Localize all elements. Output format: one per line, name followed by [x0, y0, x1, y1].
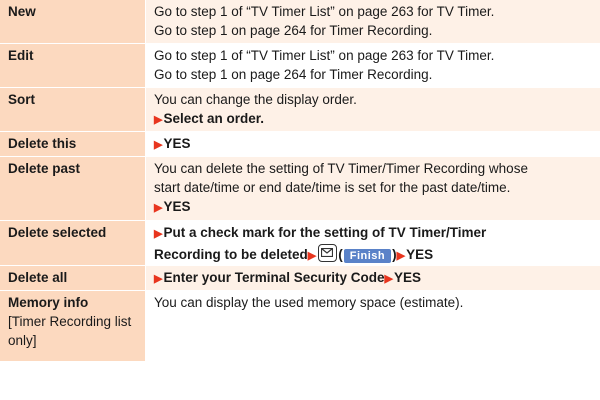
- action-text: YES: [163, 136, 191, 151]
- row-desc-delete-all: ▶Enter your Terminal Security Code▶YES: [146, 266, 600, 290]
- row-label-memory-info: Memory info [Timer Recording list only]: [0, 291, 146, 361]
- table-row-delete-all: Delete all ▶Enter your Terminal Security…: [0, 266, 600, 291]
- action-line: ▶Enter your Terminal Security Code▶YES: [154, 268, 592, 289]
- right-triangle-icon: ▶: [154, 202, 163, 214]
- row-desc-memory-info: You can display the used memory space (e…: [146, 291, 600, 361]
- right-triangle-icon: ▶: [154, 114, 163, 126]
- action-text: Recording to be deleted: [154, 247, 308, 262]
- table-row-sort: Sort You can change the display order. ▶…: [0, 88, 600, 132]
- row-label-delete-past: Delete past: [0, 157, 146, 220]
- table-row-memory-info: Memory info [Timer Recording list only] …: [0, 291, 600, 362]
- desc-line: start date/time or end date/time is set …: [154, 180, 511, 195]
- action-line: ▶Put a check mark for the setting of TV …: [154, 223, 592, 244]
- right-triangle-icon: ▶: [384, 273, 393, 285]
- row-label-delete-all: Delete all: [0, 266, 146, 290]
- desc-line: You can delete the setting of TV Timer/T…: [154, 161, 528, 176]
- table-row-edit: Edit Go to step 1 of “TV Timer List” on …: [0, 44, 600, 88]
- function-menu-table: New Go to step 1 of “TV Timer List” on p…: [0, 0, 600, 362]
- row-desc-delete-past: You can delete the setting of TV Timer/T…: [146, 157, 600, 220]
- action-text: Enter your Terminal Security Code: [163, 270, 385, 285]
- row-label-sort: Sort: [0, 88, 146, 131]
- row-desc-delete-this: ▶YES: [146, 132, 600, 156]
- action-line: ▶YES: [154, 197, 592, 218]
- right-triangle-icon: ▶: [154, 273, 163, 285]
- right-triangle-icon: ▶: [154, 228, 163, 240]
- row-label-delete-selected: Delete selected: [0, 221, 146, 265]
- desc-line: You can change the display order.: [154, 92, 357, 107]
- desc-line: Go to step 1 on page 264 for Timer Recor…: [154, 23, 433, 38]
- table-row-delete-this: Delete this ▶YES: [0, 132, 600, 157]
- desc-line: You can display the used memory space (e…: [154, 295, 464, 310]
- action-text: Select an order.: [163, 111, 265, 126]
- row-desc-sort: You can change the display order. ▶Selec…: [146, 88, 600, 131]
- row-desc-edit: Go to step 1 of “TV Timer List” on page …: [146, 44, 600, 87]
- desc-line: Go to step 1 of “TV Timer List” on page …: [154, 4, 495, 19]
- action-text: Put a check mark for the setting of TV T…: [163, 225, 487, 240]
- row-label-new: New: [0, 0, 146, 43]
- right-triangle-icon: ▶: [154, 139, 163, 151]
- row-label-text: Memory info: [8, 295, 89, 310]
- right-triangle-icon: ▶: [396, 250, 406, 262]
- mail-key-icon: [318, 244, 338, 262]
- action-text: YES: [394, 270, 422, 285]
- action-line: Recording to be deleted▶(Finish)▶YES: [154, 244, 592, 266]
- table-row-delete-selected: Delete selected ▶Put a check mark for th…: [0, 221, 600, 266]
- row-label-edit: Edit: [0, 44, 146, 87]
- right-triangle-icon: ▶: [307, 250, 317, 262]
- row-desc-delete-selected: ▶Put a check mark for the setting of TV …: [146, 221, 600, 265]
- row-label-note: [Timer Recording list only]: [8, 314, 132, 348]
- row-label-delete-this: Delete this: [0, 132, 146, 156]
- action-text: YES: [406, 247, 434, 262]
- action-text: YES: [163, 199, 191, 214]
- action-line: ▶Select an order.: [154, 109, 592, 130]
- action-line: ▶YES: [154, 134, 592, 155]
- row-desc-new: Go to step 1 of “TV Timer List” on page …: [146, 0, 600, 43]
- table-row-delete-past: Delete past You can delete the setting o…: [0, 157, 600, 221]
- desc-line: Go to step 1 on page 264 for Timer Recor…: [154, 67, 433, 82]
- desc-line: Go to step 1 of “TV Timer List” on page …: [154, 48, 495, 63]
- table-row-new: New Go to step 1 of “TV Timer List” on p…: [0, 0, 600, 44]
- finish-softkey-label: Finish: [343, 249, 392, 263]
